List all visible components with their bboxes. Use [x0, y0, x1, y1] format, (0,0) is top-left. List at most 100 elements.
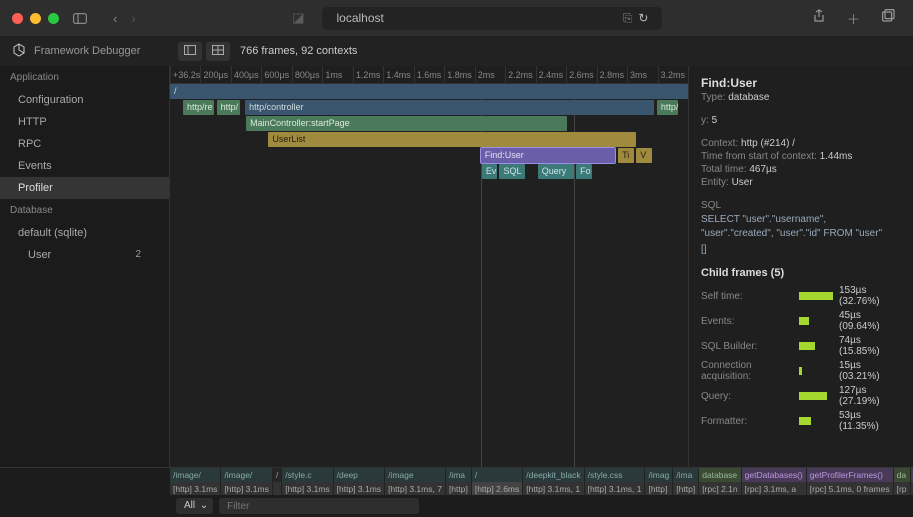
child-frames-title: Child frames (5): [701, 267, 901, 279]
back-button[interactable]: ‹: [107, 8, 123, 29]
request-item[interactable]: /: [273, 468, 282, 495]
ruler-tick: 2.2ms: [505, 66, 533, 84]
url-text: localhost: [336, 11, 383, 25]
sql-text: SELECT "user"."username", "user"."create…: [701, 213, 901, 241]
span-find-user[interactable]: Find:User: [481, 148, 616, 163]
span-http-controller[interactable]: http/controller: [245, 100, 654, 115]
ruler-tick: +36.2s: [170, 66, 200, 84]
shield-icon[interactable]: ◪: [286, 7, 310, 29]
timeline: +36.2s200µs400µs600µs800µs1ms1.2ms1.4ms1…: [170, 66, 688, 467]
request-item[interactable]: /deepkit_black[http] 3.1ms, 1: [523, 468, 584, 495]
span-v[interactable]: V: [636, 148, 652, 163]
span-ti[interactable]: Ti: [618, 148, 634, 163]
app-title: Framework Debugger: [34, 45, 140, 57]
request-item[interactable]: /style.css[http] 3.1ms, 1: [585, 468, 646, 495]
view-mode-1-button[interactable]: [178, 42, 202, 61]
filter-input[interactable]: [219, 498, 419, 514]
span-userlist[interactable]: UserList: [268, 132, 636, 147]
span-http-[interactable]: http/: [657, 100, 678, 115]
request-item[interactable]: da[rp: [894, 468, 911, 495]
sidebar-item-rpc[interactable]: RPC: [0, 133, 169, 155]
request-strip[interactable]: /image/[http] 3.1ms/image/[http] 3.1ms//…: [0, 468, 913, 495]
span--[interactable]: /: [170, 84, 688, 99]
reader-icon[interactable]: ⎘: [623, 11, 633, 26]
ruler-tick: 2.8ms: [597, 66, 625, 84]
ruler-tick: 2ms: [475, 66, 495, 84]
child-frame-row: Query:127µs (27.19%): [701, 385, 901, 407]
request-item[interactable]: getDatabases()[rpc] 3.1ms, a: [742, 468, 807, 495]
app-header: Framework Debugger 766 frames, 92 contex…: [0, 36, 913, 66]
ruler-tick: 1.2ms: [353, 66, 381, 84]
logo-icon: [12, 43, 26, 60]
ruler-tick: 3ms: [627, 66, 647, 84]
traffic-lights: [12, 13, 59, 24]
sidebar: ApplicationConfigurationHTTPRPCEventsPro…: [0, 66, 170, 467]
url-bar[interactable]: localhost ⎘ ↻: [322, 7, 662, 30]
span-http-re[interactable]: http/re: [183, 100, 214, 115]
request-item[interactable]: /image[http] 3.1ms, 7: [385, 468, 446, 495]
sidebar-item-configuration[interactable]: Configuration: [0, 89, 169, 111]
request-item[interactable]: /[http] 2.6ms: [472, 468, 523, 495]
track-row: EvSQL QueryFo: [170, 164, 688, 180]
details-panel: Find:User Type: database y: 5 Context: h…: [688, 66, 913, 467]
sidebar-subitem-user[interactable]: User2: [0, 244, 169, 266]
span-sql[interactable]: SQL: [499, 164, 525, 179]
minimize-window-button[interactable]: [30, 13, 41, 24]
forward-button[interactable]: ›: [125, 8, 141, 29]
request-item[interactable]: /ima[http]: [446, 468, 472, 495]
app-brand: Framework Debugger: [0, 43, 170, 60]
request-item[interactable]: getProfilerFrames()[rpc] 5.1ms, 0 frames: [807, 468, 894, 495]
frame-stats: 766 frames, 92 contexts: [234, 45, 357, 57]
request-item[interactable]: /imag[http]: [645, 468, 673, 495]
maximize-window-button[interactable]: [48, 13, 59, 24]
close-window-button[interactable]: [12, 13, 23, 24]
ruler-tick: 1.8ms: [444, 66, 472, 84]
titlebar: ‹ › ◪ localhost ⎘ ↻ ＋: [0, 0, 913, 36]
track-row: MainController:startPage: [170, 116, 688, 132]
share-icon[interactable]: [807, 6, 831, 31]
sidebar-section-header: Database: [0, 199, 169, 222]
request-item[interactable]: /style.c[http] 3.1ms: [282, 468, 333, 495]
span-fo[interactable]: Fo: [576, 164, 592, 179]
child-frame-row: Events:45µs (09.64%): [701, 310, 901, 332]
child-frame-row: Connection acquisition:15µs (03.21%): [701, 360, 901, 382]
ruler-tick: 800µs: [292, 66, 320, 84]
ruler-tick: 200µs: [200, 66, 228, 84]
ruler-tick: 1ms: [322, 66, 342, 84]
ruler-tick: 400µs: [231, 66, 259, 84]
request-item[interactable]: /image/[http] 3.1ms: [221, 468, 272, 495]
reload-icon[interactable]: ↻: [638, 11, 648, 26]
sidebar-item-events[interactable]: Events: [0, 155, 169, 177]
sidebar-item-profiler[interactable]: Profiler: [0, 177, 169, 199]
filter-type-select[interactable]: All ⌄: [176, 498, 213, 514]
ruler-tick: 3.2ms: [658, 66, 686, 84]
ruler-tick: 600µs: [261, 66, 289, 84]
track-row: UserList: [170, 132, 688, 148]
app-tools: 766 frames, 92 contexts: [170, 42, 365, 61]
sidebar-item-http[interactable]: HTTP: [0, 111, 169, 133]
track-row: http/rehttp/http/controllerhttp/: [170, 100, 688, 116]
ruler-tick: 1.6ms: [414, 66, 442, 84]
track-row: /: [170, 84, 688, 100]
span-maincontroller-startpage[interactable]: MainController:startPage: [246, 116, 567, 131]
tracks[interactable]: /http/rehttp/http/controllerhttp/MainCon…: [170, 84, 688, 467]
time-ruler[interactable]: +36.2s200µs400µs600µs800µs1ms1.2ms1.4ms1…: [170, 66, 688, 84]
request-item[interactable]: /ima[http]: [673, 468, 699, 495]
sidebar-item-default-sqlite-[interactable]: default (sqlite): [0, 222, 169, 244]
view-mode-2-button[interactable]: [206, 42, 230, 61]
sidebar-toggle-icon[interactable]: [67, 10, 93, 27]
span-query[interactable]: Query: [538, 164, 574, 179]
ruler-tick: 2.4ms: [536, 66, 564, 84]
span-http-[interactable]: http/: [217, 100, 240, 115]
ruler-tick: 2.6ms: [566, 66, 594, 84]
track-row: Find:UserTiV: [170, 148, 688, 164]
nav-buttons: ‹ ›: [107, 8, 142, 29]
request-item[interactable]: database[rpc] 2.1n: [699, 468, 741, 495]
new-tab-icon[interactable]: ＋: [841, 6, 866, 31]
request-item[interactable]: /deep[http] 3.1ms: [334, 468, 385, 495]
chevron-down-icon: ⌄: [200, 500, 208, 511]
span-ev[interactable]: Ev: [482, 164, 498, 179]
request-item[interactable]: /image/[http] 3.1ms: [170, 468, 221, 495]
tabs-icon[interactable]: [876, 6, 901, 31]
details-title: Find:User: [701, 76, 901, 90]
